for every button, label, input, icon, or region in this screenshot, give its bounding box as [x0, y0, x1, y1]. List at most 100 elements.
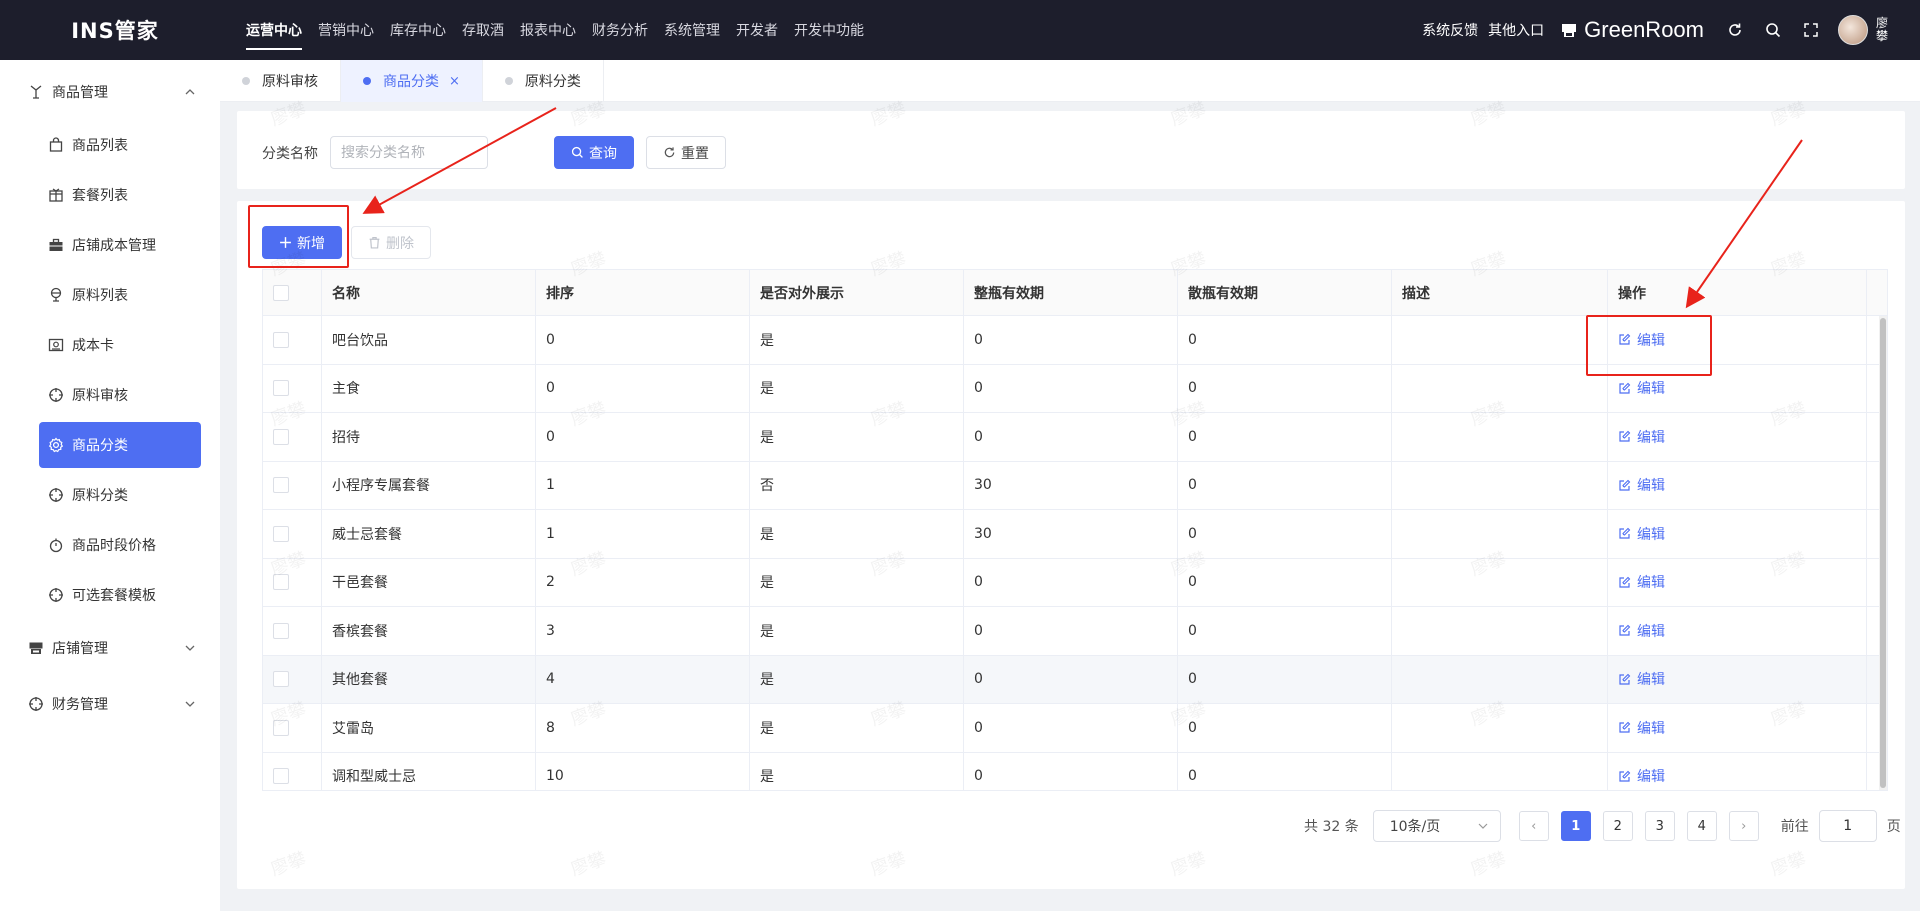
- prev-page-button[interactable]: ‹: [1518, 811, 1549, 841]
- sidebar-item-label: 套餐列表: [72, 188, 128, 204]
- username[interactable]: 廖攀: [1876, 17, 1894, 43]
- topnav-item[interactable]: 系统管理: [664, 0, 720, 60]
- tab-dot: [242, 77, 250, 85]
- edit-button[interactable]: 编辑: [1618, 718, 1665, 738]
- cell-desc: [1392, 413, 1608, 461]
- search-icon[interactable]: [1762, 19, 1784, 41]
- page-tab[interactable]: 商品分类 ×: [341, 60, 483, 102]
- row-checkbox[interactable]: [273, 574, 289, 591]
- cell-name: 威士忌套餐: [322, 510, 536, 558]
- edit-button[interactable]: 编辑: [1618, 766, 1665, 786]
- edit-button[interactable]: 编辑: [1618, 524, 1665, 544]
- goto-page-input[interactable]: [1818, 810, 1877, 842]
- table-row[interactable]: 威士忌套餐 1 是 30 0 编辑: [263, 510, 1887, 559]
- sidebar-item[interactable]: 商品时段价格: [0, 520, 220, 570]
- topnav-item[interactable]: 存取酒: [462, 0, 504, 60]
- sidebar-group[interactable]: 店铺管理: [0, 620, 220, 676]
- sidebar-item[interactable]: 店铺成本管理: [0, 220, 220, 270]
- edit-button[interactable]: 编辑: [1618, 669, 1665, 689]
- topnav-item[interactable]: 财务分析: [592, 0, 648, 60]
- sidebar-item[interactable]: 原料列表: [0, 270, 220, 320]
- table-row[interactable]: 香槟套餐 3 是 0 0 编辑: [263, 607, 1887, 656]
- topnav-item[interactable]: 库存中心: [390, 0, 446, 60]
- reset-button[interactable]: 重置: [646, 136, 726, 169]
- tab-label: 商品分类: [383, 74, 439, 90]
- feedback-link[interactable]: 系统反馈: [1422, 20, 1478, 40]
- sidebar-item[interactable]: 原料分类: [0, 470, 220, 520]
- cell-show: 是: [750, 510, 964, 558]
- table-row[interactable]: 主食 0 是 0 0 编辑: [263, 364, 1887, 413]
- edit-button[interactable]: 编辑: [1618, 572, 1665, 592]
- cell-action: 编辑: [1608, 655, 1867, 703]
- cell-name: 干邑套餐: [322, 558, 536, 606]
- cell-desc: [1392, 704, 1608, 752]
- topnav-item[interactable]: 开发者: [736, 0, 778, 60]
- avatar[interactable]: [1838, 15, 1868, 45]
- edit-button[interactable]: 编辑: [1618, 427, 1665, 447]
- category-search-input[interactable]: [330, 136, 488, 169]
- topnav-item[interactable]: 开发中功能: [794, 0, 864, 60]
- sidebar-item[interactable]: 成本卡: [0, 320, 220, 370]
- page-tab[interactable]: 原料分类: [483, 60, 604, 102]
- cell-loose-validity: 0: [1178, 413, 1392, 461]
- next-page-button[interactable]: ›: [1728, 811, 1759, 841]
- sidebar-group[interactable]: 商品管理: [0, 64, 220, 120]
- topnav-item[interactable]: 报表中心: [520, 0, 576, 60]
- sidebar-item[interactable]: 可选套餐模板: [0, 570, 220, 620]
- select-all-checkbox[interactable]: [273, 284, 289, 301]
- top-nav: 运营中心 营销中心 库存中心 存取酒 报表中心 财务分析 系统管理 开发者 开发中功能: [246, 0, 880, 60]
- row-checkbox[interactable]: [273, 525, 289, 542]
- store-switcher[interactable]: GreenRoom: [1560, 17, 1704, 43]
- close-icon[interactable]: ×: [449, 74, 460, 89]
- page-size-select[interactable]: 10条/页: [1372, 810, 1501, 842]
- page-number-button[interactable]: 4: [1686, 811, 1717, 841]
- table-row[interactable]: 小程序专属套餐 1 否 30 0 编辑: [263, 461, 1887, 510]
- fullscreen-icon[interactable]: [1800, 19, 1822, 41]
- row-checkbox[interactable]: [273, 428, 289, 445]
- tab-label: 原料审核: [262, 74, 318, 90]
- row-checkbox[interactable]: [273, 477, 289, 494]
- row-checkbox[interactable]: [273, 719, 289, 736]
- row-checkbox[interactable]: [273, 380, 289, 397]
- edit-button[interactable]: 编辑: [1618, 378, 1665, 398]
- page-number-button[interactable]: 1: [1560, 811, 1591, 841]
- query-button-label: 查询: [589, 145, 617, 162]
- topnav-item[interactable]: 运营中心: [246, 0, 302, 60]
- table-row[interactable]: 招待 0 是 0 0 编辑: [263, 413, 1887, 462]
- edit-button[interactable]: 编辑: [1618, 475, 1665, 495]
- row-select-cell: [263, 364, 322, 412]
- row-checkbox[interactable]: [273, 768, 289, 785]
- sidebar-group[interactable]: 财务管理: [0, 676, 220, 732]
- topnav-item[interactable]: 营销中心: [318, 0, 374, 60]
- sidebar-item[interactable]: 原料审核: [0, 370, 220, 420]
- row-checkbox[interactable]: [273, 331, 289, 348]
- table-row[interactable]: 调和型威士忌 10 是 0 0 编辑: [263, 752, 1887, 790]
- edit-label: 编辑: [1637, 429, 1665, 446]
- cell-sort: 1: [536, 510, 750, 558]
- row-checkbox[interactable]: [273, 671, 289, 688]
- query-button[interactable]: 查询: [554, 136, 634, 169]
- add-button[interactable]: 新增: [262, 226, 342, 259]
- column-header: 操作: [1608, 270, 1867, 315]
- row-checkbox[interactable]: [273, 622, 289, 639]
- table-row[interactable]: 干邑套餐 2 是 0 0 编辑: [263, 558, 1887, 607]
- other-entry-link[interactable]: 其他入口: [1488, 20, 1544, 40]
- edit-button[interactable]: 编辑: [1618, 621, 1665, 641]
- page-tab[interactable]: 原料审核: [220, 60, 341, 102]
- sidebar-item[interactable]: 商品列表: [0, 120, 220, 170]
- table-row[interactable]: 其他套餐 4 是 0 0 编辑: [263, 655, 1887, 704]
- sidebar-item[interactable]: 套餐列表: [0, 170, 220, 220]
- table-row[interactable]: 吧台饮品 0 是 0 0 编辑: [263, 316, 1887, 365]
- sidebar-item[interactable]: 商品分类: [39, 422, 201, 468]
- table-row[interactable]: 艾雷岛 8 是 0 0 编辑: [263, 704, 1887, 753]
- column-header: 整瓶有效期: [964, 270, 1178, 315]
- delete-button[interactable]: 删除: [351, 226, 431, 259]
- page-number-button[interactable]: 2: [1602, 811, 1633, 841]
- sidebar-group-label: 店铺管理: [52, 641, 108, 657]
- clock-icon: [48, 537, 64, 553]
- table-scrollbar[interactable]: [1879, 316, 1887, 790]
- refresh-icon[interactable]: [1724, 19, 1746, 41]
- page-number-button[interactable]: 3: [1644, 811, 1675, 841]
- scrollbar-thumb[interactable]: [1880, 318, 1886, 788]
- edit-button[interactable]: 编辑: [1618, 330, 1665, 350]
